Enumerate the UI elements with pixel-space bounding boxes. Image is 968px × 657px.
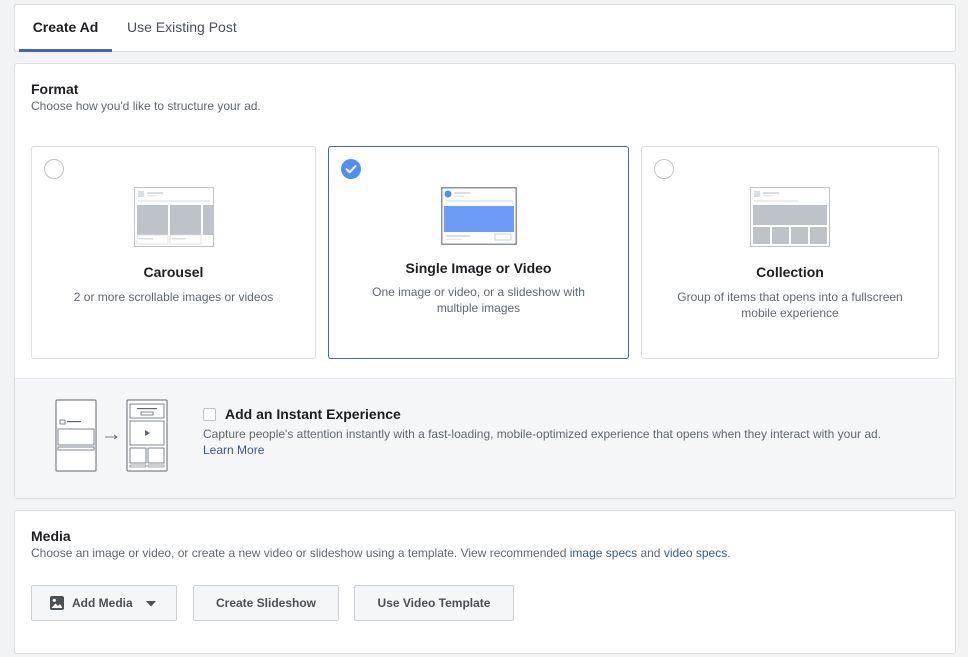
single-image-desc: One image or video, or a slideshow with … — [372, 285, 585, 315]
tab-use-existing-post[interactable]: Use Existing Post — [127, 5, 237, 52]
create-slideshow-button[interactable]: Create Slideshow — [193, 585, 339, 621]
collection-desc: Group of items that opens into a fullscr… — [677, 290, 903, 320]
use-video-template-button[interactable]: Use Video Template — [354, 585, 514, 621]
instant-experience-section: Add an Instant Experience Capture people… — [15, 378, 955, 498]
instant-experience-illustration-icon — [55, 399, 168, 472]
collection-thumbnail-icon — [750, 187, 830, 247]
ad-creation-tabs: Create Ad Use Existing Post — [14, 4, 956, 52]
instant-experience-desc: Capture people's attention instantly wit… — [203, 427, 882, 441]
learn-more-link[interactable]: Learn More — [203, 443, 264, 457]
image-specs-link[interactable]: image specs — [570, 546, 637, 560]
collection-title: Collection — [756, 264, 824, 280]
instant-experience-title: Add an Instant Experience — [225, 406, 401, 422]
image-icon — [50, 596, 64, 610]
media-subtitle-and: and — [637, 546, 664, 560]
single-image-thumbnail-icon — [440, 187, 517, 245]
instant-experience-checkbox[interactable] — [203, 408, 216, 421]
carousel-radio[interactable] — [44, 159, 64, 179]
carousel-title: Carousel — [143, 264, 204, 280]
media-subtitle-period: . — [727, 546, 731, 560]
carousel-thumbnail-icon — [133, 187, 214, 247]
tab-create-ad[interactable]: Create Ad — [19, 5, 112, 52]
format-card-carousel[interactable]: Carousel 2 or more scrollable images or … — [31, 146, 316, 359]
media-title: Media — [31, 528, 71, 544]
format-subtitle: Choose how you'd like to structure your … — [31, 99, 261, 113]
media-subtitle-text: Choose an image or video, or create a ne… — [31, 546, 570, 560]
media-subtitle: Choose an image or video, or create a ne… — [31, 546, 731, 560]
single-image-title: Single Image or Video — [405, 260, 552, 276]
video-specs-link[interactable]: video specs — [664, 546, 727, 560]
format-card-single-image-or-video[interactable]: Single Image or Video One image or video… — [328, 146, 629, 359]
format-panel: Format Choose how you'd like to structur… — [14, 63, 956, 499]
add-media-label: Add Media — [72, 596, 133, 610]
media-panel: Media Choose an image or video, or creat… — [14, 510, 956, 654]
selected-checkmark-icon[interactable] — [341, 159, 361, 179]
add-media-button[interactable]: Add Media — [31, 585, 177, 621]
format-title: Format — [31, 81, 79, 97]
format-card-collection[interactable]: Collection Group of items that opens int… — [641, 146, 939, 359]
chevron-down-icon — [146, 601, 156, 607]
collection-radio[interactable] — [654, 159, 674, 179]
carousel-desc: 2 or more scrollable images or videos — [73, 290, 274, 304]
